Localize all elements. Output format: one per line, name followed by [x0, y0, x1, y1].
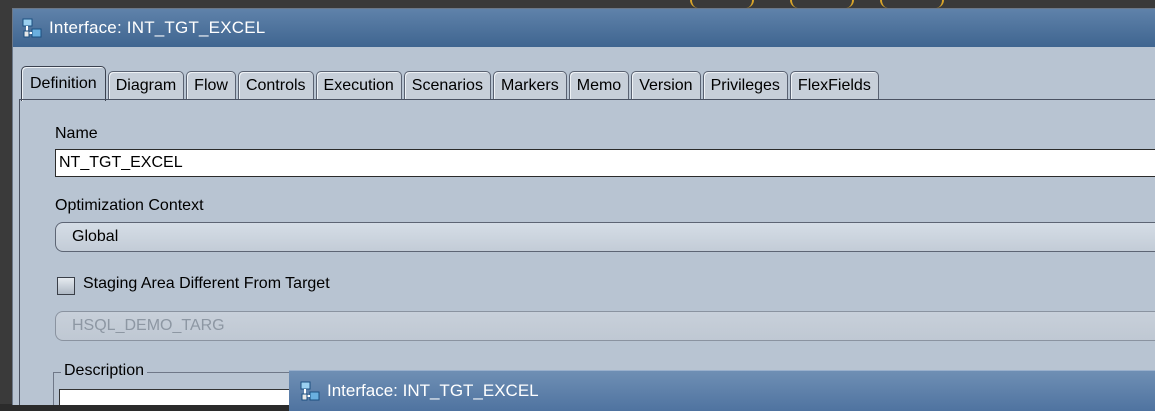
window-title: Interface: INT_TGT_EXCEL	[49, 18, 266, 37]
tab-scenarios[interactable]: Scenarios	[403, 71, 491, 100]
tab-diagram[interactable]: Diagram	[107, 71, 185, 100]
definition-panel	[19, 99, 1155, 405]
interface-icon	[22, 18, 42, 38]
tab-version[interactable]: Version	[631, 71, 701, 100]
tab-execution[interactable]: Execution	[315, 71, 402, 100]
highlight-arc	[690, 0, 754, 8]
tab-bar: Definition Diagram Flow Controls Executi…	[19, 64, 879, 101]
window-titlebar[interactable]: Interface: INT_TGT_EXCEL	[13, 9, 1155, 47]
tab-privileges[interactable]: Privileges	[702, 71, 788, 100]
name-field[interactable]: NT_TGT_EXCEL	[55, 149, 1155, 177]
tab-flow[interactable]: Flow	[186, 71, 236, 100]
tab-memo[interactable]: Memo	[568, 71, 630, 100]
description-label: Description	[61, 362, 148, 380]
staging-area-checkbox[interactable]	[57, 277, 75, 295]
subwindow-title: Interface: INT_TGT_EXCEL	[327, 381, 539, 400]
name-label: Name	[55, 125, 98, 142]
highlight-arc	[790, 0, 854, 8]
optimization-context-select[interactable]: Global	[55, 222, 1155, 252]
tab-definition[interactable]: Definition	[21, 66, 106, 101]
subwindow-titlebar[interactable]: Interface: INT_TGT_EXCEL	[289, 370, 1155, 411]
staging-area-select: HSQL_DEMO_TARG	[55, 311, 1155, 341]
tab-controls[interactable]: Controls	[237, 71, 314, 100]
optimization-context-label: Optimization Context	[55, 197, 204, 214]
highlight-arc	[880, 0, 944, 8]
tab-markers[interactable]: Markers	[492, 71, 567, 100]
tab-flexfields[interactable]: FlexFields	[789, 71, 879, 100]
interface-icon	[300, 381, 320, 401]
interface-window: Interface: INT_TGT_EXCEL Definition Diag…	[12, 8, 1155, 405]
staging-area-label: Staging Area Different From Target	[83, 275, 330, 292]
